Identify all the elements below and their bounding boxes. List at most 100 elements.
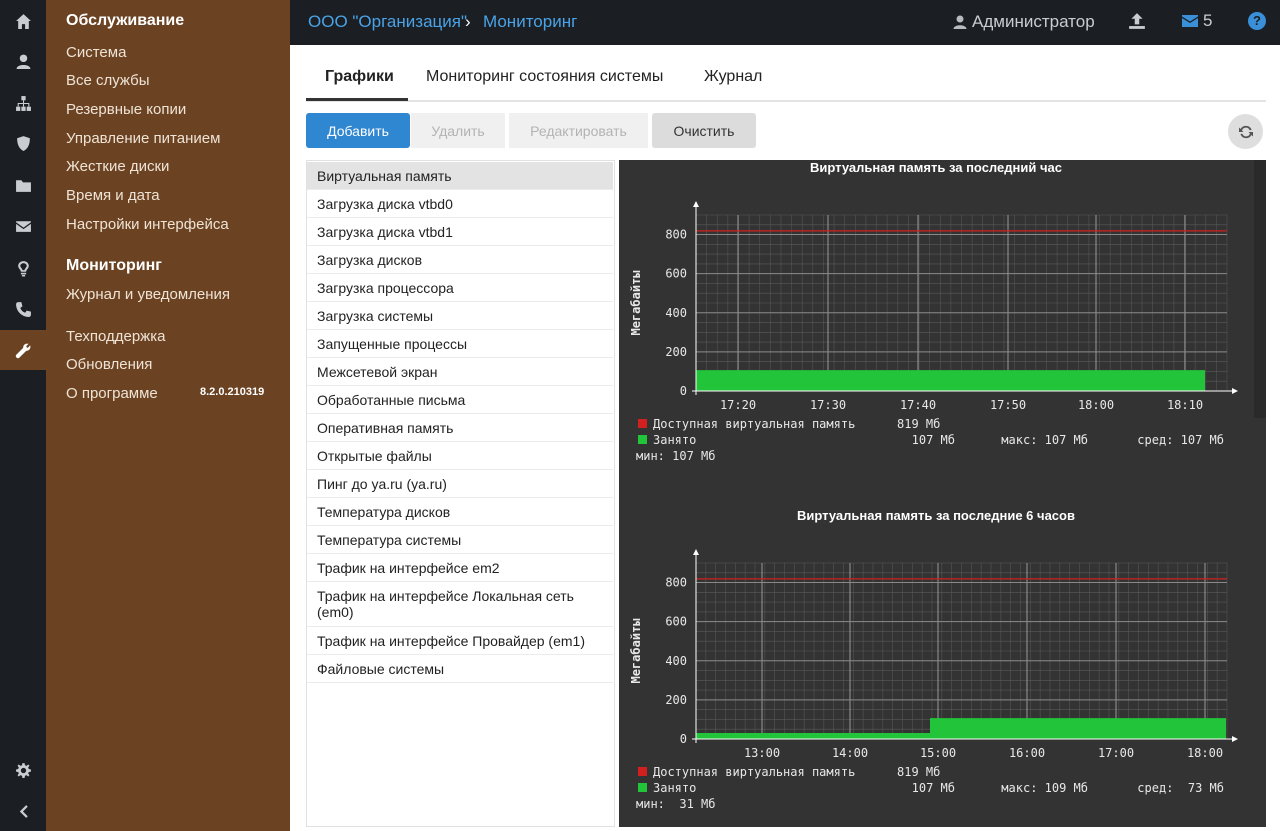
user-name: Администратор — [972, 12, 1095, 31]
charts-canvas: Виртуальная память за последний час 0 200 4… — [629, 160, 1238, 811]
x-tick-label: 17:40 — [900, 398, 936, 412]
shield-icon[interactable] — [0, 123, 46, 163]
legend-available-value: 819 Мб — [897, 765, 940, 779]
nav-item-disks[interactable]: Жесткие диски — [66, 158, 169, 175]
nav-item-monitoring[interactable]: Мониторинг — [66, 257, 162, 275]
legend-used-label: Занято — [653, 433, 696, 447]
y-tick-label: 600 — [665, 615, 687, 629]
collapse-chevron-icon[interactable] — [0, 791, 46, 831]
breadcrumb-separator: › — [465, 12, 471, 31]
graph-list-item[interactable]: Загрузка дисков — [307, 246, 613, 274]
y-tick-label: 800 — [665, 576, 687, 590]
messages-count: 5 — [1203, 11, 1213, 30]
graph-list-item[interactable]: Загрузка системы — [307, 302, 613, 330]
breadcrumb-organization[interactable]: ООО "Организация" — [308, 12, 467, 32]
nav-item-updates[interactable]: Обновления — [66, 356, 152, 373]
graphs-scrollbar[interactable] — [1254, 160, 1266, 418]
lightbulb-icon[interactable] — [0, 248, 46, 288]
wrench-icon[interactable] — [0, 330, 46, 370]
graph-list-item[interactable]: Пинг до ya.ru (ya.ru) — [307, 470, 613, 498]
nav-item-about[interactable]: О программе — [66, 385, 158, 402]
folder-icon[interactable] — [0, 165, 46, 205]
breadcrumb-monitoring[interactable]: Мониторинг — [483, 12, 577, 32]
nav-item-backups[interactable]: Резервные копии — [66, 101, 186, 118]
legend-avg-value: сред: 107 Мб — [1137, 433, 1224, 447]
messages-button[interactable]: 5 — [1182, 11, 1212, 31]
tab-system-health[interactable]: Мониторинг состояния системы — [426, 68, 663, 86]
version-label: 8.2.0.210319 — [200, 386, 265, 398]
legend-max-value: макс: 109 Мб — [1001, 781, 1088, 795]
legend-available-label: Доступная виртуальная память — [653, 417, 855, 431]
envelope-icon — [1182, 15, 1198, 27]
delete-button[interactable]: Удалить — [411, 113, 505, 148]
nav-section-maintenance[interactable]: Обслуживание — [66, 12, 184, 30]
nav-item-all-services[interactable]: Все службы — [66, 72, 150, 89]
nav-item-datetime[interactable]: Время и дата — [66, 187, 160, 204]
tab-graphs[interactable]: Графики — [325, 68, 394, 86]
y-axis-arrow — [693, 549, 699, 555]
y-axis-label: Мегабайты — [629, 270, 643, 336]
x-tick-label: 17:30 — [810, 398, 846, 412]
home-icon[interactable] — [0, 1, 46, 41]
y-tick-label: 0 — [680, 384, 687, 398]
graph-list-item[interactable]: Открытые файлы — [307, 442, 613, 470]
tab-bar: Графики Мониторинг состояния системы Жур… — [306, 58, 1266, 102]
y-tick-label: 400 — [665, 654, 687, 668]
graph-list-item[interactable]: Загрузка диска vtbd0 — [307, 190, 613, 218]
chart-title: Виртуальная память за последний час — [810, 160, 1062, 175]
user-menu[interactable]: Администратор — [952, 12, 1095, 32]
upload-icon[interactable] — [1128, 12, 1146, 32]
user-icon[interactable] — [0, 41, 46, 81]
help-icon[interactable]: ? — [1248, 12, 1266, 30]
legend-min-value: мин: 107 Мб — [636, 449, 715, 463]
x-tick-label: 17:20 — [720, 398, 756, 412]
graph-list-item[interactable]: Температура дисков — [307, 498, 613, 526]
x-tick-label: 18:10 — [1167, 398, 1203, 412]
nav-item-log-notifications[interactable]: Журнал и уведомления — [66, 286, 230, 303]
graph-list-item[interactable]: Температура системы — [307, 526, 613, 554]
edit-button[interactable]: Редактировать — [509, 113, 648, 148]
graph-list-item[interactable]: Загрузка диска vtbd1 — [307, 218, 613, 246]
graph-list-item[interactable]: Межсетевой экран — [307, 358, 613, 386]
graph-list-item[interactable]: Трафик на интерфейсе Провайдер (em1) — [307, 627, 613, 655]
y-tick-label: 400 — [665, 306, 687, 320]
legend-available-label: Доступная виртуальная память — [653, 765, 855, 779]
gear-icon[interactable] — [0, 750, 46, 790]
x-tick-label: 16:00 — [1009, 746, 1045, 760]
x-tick-label: 15:00 — [920, 746, 956, 760]
chart-title: Виртуальная память за последние 6 часов — [797, 508, 1075, 523]
phone-icon[interactable] — [0, 289, 46, 329]
y-tick-label: 200 — [665, 345, 687, 359]
y-tick-label: 600 — [665, 267, 687, 281]
legend-swatch-used — [638, 435, 647, 444]
graph-list-item[interactable]: Трафик на интерфейсе em2 — [307, 554, 613, 582]
nav-item-system[interactable]: Система — [66, 44, 126, 61]
graph-list-item[interactable]: Запущенные процессы — [307, 330, 613, 358]
legend-avg-value: сред: 73 Мб — [1137, 781, 1224, 795]
graph-list-item[interactable]: Обработанные письма — [307, 386, 613, 414]
legend-used-value: 107 Мб — [912, 433, 955, 447]
mail-icon[interactable] — [0, 206, 46, 246]
user-icon — [953, 15, 967, 29]
y-tick-label: 800 — [665, 228, 687, 242]
y-tick-label: 200 — [665, 693, 687, 707]
x-tick-label: 17:50 — [990, 398, 1026, 412]
graph-list-item[interactable]: Оперативная память — [307, 414, 613, 442]
tab-journal[interactable]: Журнал — [704, 68, 762, 86]
nav-item-power[interactable]: Управление питанием — [66, 130, 220, 147]
clear-button[interactable]: Очистить — [652, 113, 756, 148]
graph-list-item[interactable]: Трафик на интерфейсе Локальная сеть (em0… — [307, 582, 613, 627]
x-tick-label: 17:00 — [1098, 746, 1134, 760]
graph-list-item[interactable]: Виртуальная память — [307, 162, 613, 190]
refresh-button[interactable] — [1228, 114, 1263, 149]
graph-list-item[interactable]: Загрузка процессора — [307, 274, 613, 302]
nav-item-interface-settings[interactable]: Настройки интерфейса — [66, 216, 229, 233]
nav-item-support[interactable]: Техподдержка — [66, 328, 165, 345]
used-memory-area — [696, 370, 1205, 391]
add-button[interactable]: Добавить — [306, 113, 410, 148]
network-icon[interactable] — [0, 83, 46, 123]
graph-list-item[interactable]: Файловые системы — [307, 655, 613, 683]
legend-swatch-available — [638, 419, 647, 428]
legend-swatch-used — [638, 783, 647, 792]
x-axis-arrow — [1232, 388, 1238, 394]
